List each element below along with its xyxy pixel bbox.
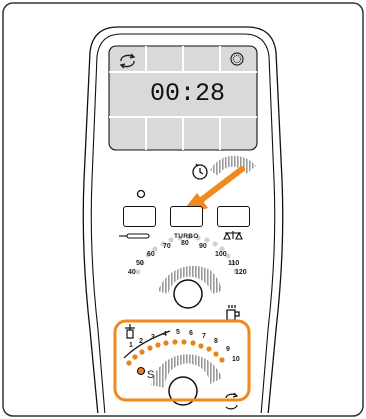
speed-label: 40 [128,269,136,276]
stir-label: 3 [151,334,155,341]
stir-label: 9 [226,346,230,353]
scale-button[interactable] [217,206,250,227]
stir-label: 5 [176,329,180,336]
stir-label: 7 [202,333,206,340]
stir-label: 8 [214,338,218,345]
speed-label: 110 [228,260,240,267]
speed-knob[interactable] [173,279,203,309]
soft-indicator [136,366,146,376]
speed-label: 90 [199,243,207,250]
speed-label: 60 [147,251,155,258]
time-readout: 00:28 [150,79,226,108]
stir-label: 4 [163,331,167,338]
stir-label: 1 [129,342,133,349]
mix-button[interactable] [123,206,156,227]
turbo-label: TURBO [174,233,199,240]
stir-label: 2 [139,338,143,345]
stir-label: 10 [232,356,240,363]
speed-label: 50 [136,260,144,267]
speed-label: 70 [163,243,171,250]
speed-label: 80 [181,240,189,247]
speed-label: 120 [235,269,247,276]
indicator-light [136,189,146,199]
soft-label: S [147,369,155,381]
turbo-button[interactable] [170,206,203,227]
speed-label: 100 [215,251,227,258]
stir-label: 6 [189,330,193,337]
